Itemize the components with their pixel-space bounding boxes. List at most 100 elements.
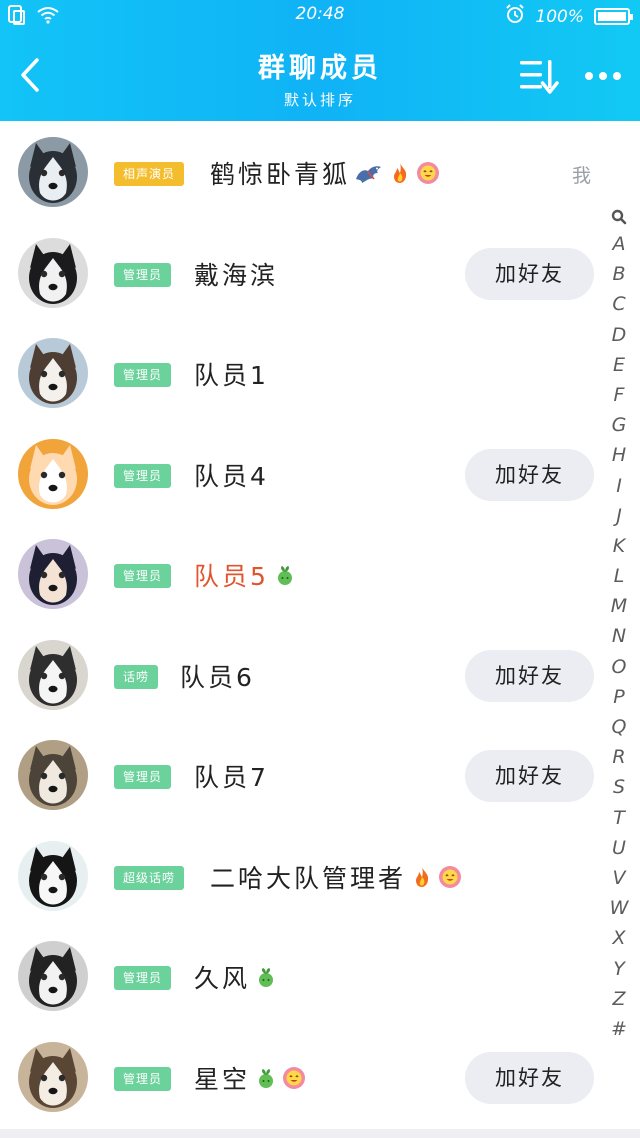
member-name-group: 久风 [194, 959, 278, 995]
role-badge: 管理员 [114, 262, 172, 287]
add-friend-button[interactable]: 加好友 [465, 649, 594, 702]
member-row[interactable]: 管理员 队员7 加好友 [0, 724, 640, 825]
member-name: 队员5 [194, 562, 269, 591]
member-name-group: 队员4 [194, 457, 269, 493]
member-name-group: 队员1 [194, 356, 269, 392]
member-row[interactable]: 相声演员 鹤惊卧青狐 我 [0, 121, 640, 222]
sprout-icon [254, 965, 278, 989]
index-letter-k[interactable]: K [604, 531, 634, 561]
role-badge: 超级话唠 [114, 865, 185, 890]
bottom-strip [0, 1129, 640, 1138]
fire-icon [388, 161, 412, 185]
index-search-icon[interactable] [604, 205, 634, 229]
avatar[interactable] [18, 438, 88, 509]
dot-icon [613, 72, 621, 80]
sprout-icon [254, 1066, 278, 1090]
index-letter-o[interactable]: O [604, 652, 634, 682]
member-name-group: 鹤惊卧青狐 [210, 155, 440, 191]
member-row[interactable]: 管理员 队员5 [0, 523, 640, 624]
more-button[interactable] [578, 56, 628, 96]
me-label: 我 [572, 165, 592, 187]
add-friend-button[interactable]: 加好友 [465, 1051, 594, 1104]
dot-icon [599, 72, 607, 80]
add-friend-button[interactable]: 加好友 [465, 448, 594, 501]
battery-percent: 100% [535, 6, 584, 27]
avatar[interactable] [18, 539, 88, 609]
member-name-group: 二哈大队管理者 [210, 859, 462, 895]
member-row[interactable]: 管理员 队员4 加好友 [0, 423, 640, 524]
battery-icon [594, 8, 633, 25]
member-name-group: 星空 [194, 1060, 306, 1096]
member-row[interactable]: 管理员 队员1 [0, 322, 640, 423]
fire-icon [410, 865, 434, 889]
index-letter-i[interactable]: I [604, 471, 634, 501]
header: 20:48 100% 群聊成员 默认排序 [0, 0, 640, 121]
member-name: 队员1 [194, 361, 269, 390]
index-letter-g[interactable]: G [604, 410, 634, 440]
index-letter-v[interactable]: V [604, 863, 634, 893]
member-name-group: 队员7 [194, 758, 269, 794]
role-badge: 管理员 [114, 1066, 172, 1091]
dot-icon [585, 72, 593, 80]
avatar[interactable] [18, 941, 88, 1011]
index-letter-l[interactable]: L [604, 561, 634, 591]
smiley-flower-icon [416, 161, 440, 185]
index-letter-q[interactable]: Q [604, 712, 634, 742]
smiley-flower-icon [438, 865, 462, 889]
member-name-group: 戴海滨 [194, 256, 278, 292]
index-letter-p[interactable]: P [604, 682, 634, 712]
add-friend-button[interactable]: 加好友 [465, 247, 594, 300]
add-friend-button[interactable]: 加好友 [465, 750, 594, 802]
avatar[interactable] [18, 740, 88, 810]
member-list: 相声演员 鹤惊卧青狐我管理员 戴海滨 加好友 管理员 队员1 管理员 队员4 加好友 管理员 队员5… [0, 121, 640, 1129]
index-letter-t[interactable]: T [604, 803, 634, 833]
sort-button[interactable] [518, 56, 562, 96]
member-name: 鹤惊卧青狐 [210, 160, 351, 189]
index-letter-s[interactable]: S [604, 772, 634, 802]
index-letter-u[interactable]: U [604, 833, 634, 863]
member-row[interactable]: 管理员 久风 [0, 925, 640, 1026]
index-letter-w[interactable]: W [604, 893, 634, 923]
index-letter-j[interactable]: J [604, 501, 634, 531]
avatar[interactable] [18, 639, 88, 710]
index-letter-h[interactable]: H [604, 440, 634, 470]
avatar[interactable] [18, 237, 88, 308]
member-name: 星空 [194, 1064, 251, 1094]
index-letter-a[interactable]: A [604, 229, 634, 259]
role-badge: 管理员 [114, 363, 172, 387]
alarm-icon [505, 4, 525, 29]
index-letter-x[interactable]: X [604, 923, 634, 953]
index-letter-f[interactable]: F [604, 380, 634, 410]
index-letter-e[interactable]: E [604, 350, 634, 380]
index-letter-hash[interactable]: # [604, 1014, 634, 1044]
index-letter-r[interactable]: R [604, 742, 634, 772]
index-letter-n[interactable]: N [604, 621, 634, 651]
index-letter-d[interactable]: D [604, 320, 634, 350]
member-name: 二哈大队管理者 [210, 863, 407, 893]
index-letter-c[interactable]: C [604, 289, 634, 319]
member-name: 队员6 [180, 662, 255, 692]
member-name-group: 队员5 [194, 557, 297, 593]
alphabet-index[interactable]: A B C D E F G H I J K L M N O P Q R S T U V W X Y Z # [604, 205, 634, 1044]
index-letter-z[interactable]: Z [604, 984, 634, 1014]
member-row[interactable]: 超级话唠 二哈大队管理者 [0, 825, 640, 926]
member-row[interactable]: 管理员 星空 加好友 [0, 1026, 640, 1127]
role-badge: 相声演员 [114, 162, 185, 186]
index-letter-y[interactable]: Y [604, 954, 634, 984]
sort-icon [520, 60, 559, 94]
avatar[interactable] [18, 137, 88, 207]
member-name: 戴海滨 [194, 260, 279, 290]
index-letter-m[interactable]: M [604, 591, 634, 621]
avatar[interactable] [18, 840, 88, 911]
avatar[interactable] [18, 1041, 88, 1112]
member-name-group: 队员6 [180, 658, 255, 694]
member-row[interactable]: 管理员 戴海滨 加好友 [0, 222, 640, 323]
role-badge: 管理员 [114, 765, 172, 789]
member-name: 队员7 [194, 763, 269, 792]
avatar[interactable] [18, 338, 88, 408]
role-badge: 管理员 [114, 564, 172, 588]
smiley-flower-icon [282, 1066, 306, 1090]
member-name: 久风 [194, 964, 251, 993]
index-letter-b[interactable]: B [604, 259, 634, 289]
member-row[interactable]: 话唠 队员6 加好友 [0, 624, 640, 725]
